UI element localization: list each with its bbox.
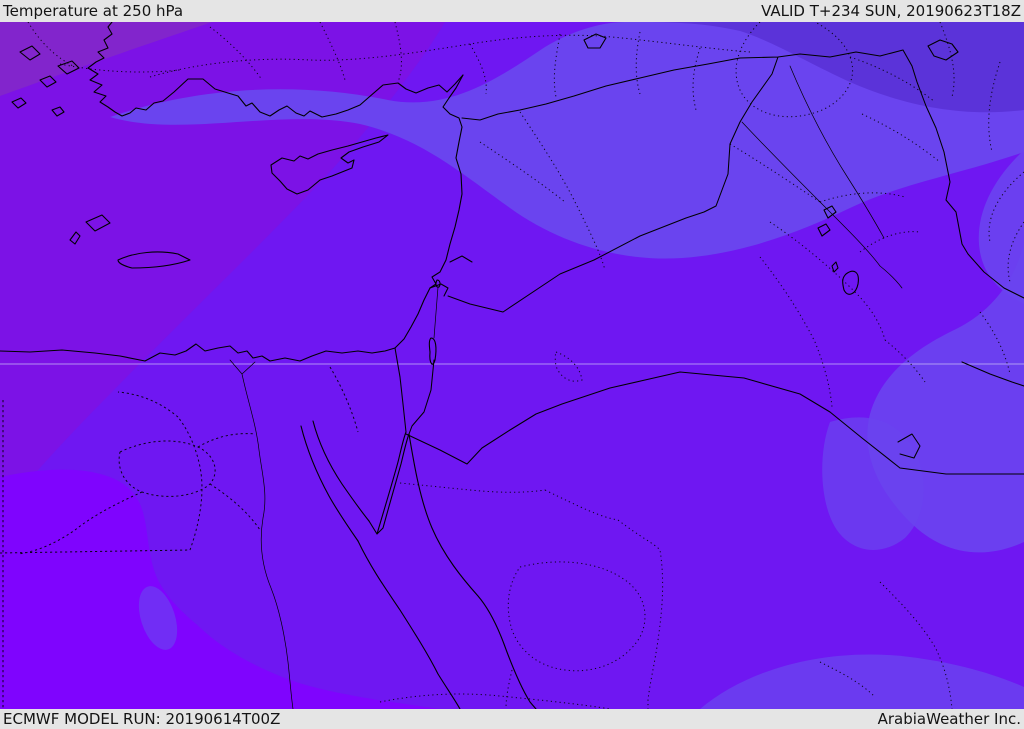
temperature-field: [0, 22, 1024, 709]
map-canvas: [0, 22, 1024, 709]
credit-label: ArabiaWeather Inc.: [877, 710, 1021, 728]
temperature-map-svg: [0, 22, 1024, 709]
weather-map-frame: Temperature at 250 hPa VALID T+234 SUN, …: [0, 0, 1024, 729]
valid-time-label: VALID T+234 SUN, 20190623T18Z: [761, 2, 1021, 20]
map-title: Temperature at 250 hPa: [3, 2, 184, 20]
bottom-bar: ECMWF MODEL RUN: 20190614T00Z ArabiaWeat…: [0, 709, 1024, 729]
model-run-label: ECMWF MODEL RUN: 20190614T00Z: [3, 710, 281, 728]
top-bar: Temperature at 250 hPa VALID T+234 SUN, …: [0, 0, 1024, 22]
